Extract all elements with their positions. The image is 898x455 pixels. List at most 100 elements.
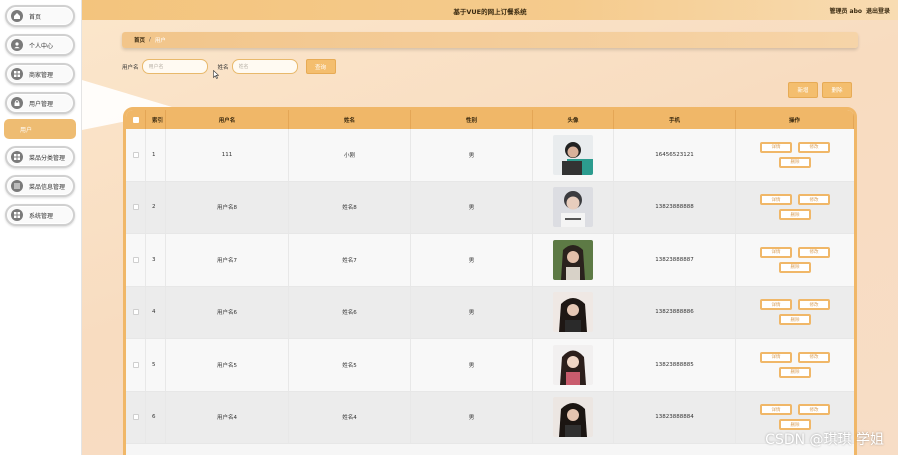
table-row: 5 用户名5 姓名5 男 13823888885 详情 修改 删除 [126, 339, 854, 392]
sidebar-item-profile[interactable]: 个人中心 [5, 34, 75, 56]
header-phone: 手机 [614, 110, 736, 129]
grid-icon [11, 209, 23, 221]
delete-button[interactable]: 删除 [779, 366, 811, 378]
row-checkbox[interactable] [132, 204, 139, 211]
delete-button[interactable]: 删除 [779, 261, 811, 273]
sidebar-item-label: 用户管理 [29, 100, 54, 108]
sidebar-item-dish-category[interactable]: 菜品分类管理 [5, 146, 75, 168]
cell-name: 姓名6 [289, 286, 411, 338]
add-button[interactable]: 新增 [788, 82, 818, 98]
table-row: 4 用户名6 姓名6 男 13823888886 详情 修改 删除 [126, 286, 854, 339]
sidebar-item-home[interactable]: 首页 [5, 5, 75, 27]
cell-avatar [533, 129, 614, 181]
row-select-cell [126, 234, 146, 286]
avatar-image [553, 397, 593, 438]
row-select-cell [126, 339, 146, 391]
table-row: 6 用户名4 姓名4 男 13823888884 详情 修改 删除 [126, 391, 854, 444]
cell-phone: 13823888888 [614, 181, 736, 233]
cell-operations: 详情 修改 删除 [736, 234, 854, 286]
cell-username: 用户名4 [166, 391, 289, 443]
sidebar-item-users[interactable]: 用户管理 [5, 92, 75, 114]
cell-phone: 13823888886 [614, 286, 736, 338]
row-select-cell [126, 129, 146, 181]
cell-phone: 13823888887 [614, 234, 736, 286]
cell-sex: 男 [411, 234, 533, 286]
header-index: 索引 [146, 110, 166, 129]
row-checkbox[interactable] [132, 361, 139, 368]
avatar-image [553, 187, 593, 228]
avatar-image [553, 239, 593, 280]
cell-name: 姓名8 [289, 181, 411, 233]
sidebar-item-merchant[interactable]: 商家管理 [5, 63, 75, 85]
delete-button[interactable]: 删除 [779, 314, 811, 326]
sidebar-subitem-user[interactable]: 用户 [4, 119, 76, 139]
watermark: CSDN @琪琪 学姐 [765, 432, 884, 448]
sidebar-item-label: 个人中心 [29, 42, 54, 50]
row-checkbox[interactable] [132, 414, 139, 421]
table-row: 1 111 小刚 男 16456523121 详情 修改 删除 [126, 129, 854, 182]
cell-index: 1 [146, 129, 166, 181]
edit-button[interactable]: 修改 [798, 299, 830, 311]
breadcrumb-home[interactable]: 首页 [134, 36, 145, 44]
edit-button[interactable]: 修改 [798, 404, 830, 416]
edit-button[interactable]: 修改 [798, 351, 830, 363]
user-icon [11, 39, 23, 51]
delete-button[interactable]: 删除 [779, 156, 811, 168]
edit-button[interactable]: 修改 [798, 194, 830, 206]
detail-button[interactable]: 详情 [760, 194, 792, 206]
detail-button[interactable]: 详情 [760, 299, 792, 311]
cell-operations: 详情 修改 删除 [736, 287, 854, 339]
edit-button[interactable]: 修改 [798, 141, 830, 153]
cell-username: 用户名5 [166, 339, 289, 391]
batch-delete-button[interactable]: 删除 [822, 82, 852, 98]
cell-avatar [533, 391, 614, 443]
detail-button[interactable]: 详情 [760, 246, 792, 258]
cell-index: 3 [146, 234, 166, 286]
home-icon [11, 10, 23, 22]
header-username: 用户名 [166, 110, 289, 129]
header-sex: 性别 [411, 110, 533, 129]
cell-name: 姓名7 [289, 234, 411, 286]
header-avatar: 头像 [533, 110, 614, 129]
breadcrumb-current: 用户 [154, 38, 166, 44]
logout-link[interactable]: 退出登录 [866, 6, 890, 15]
current-user: 管理员 abo [829, 8, 862, 15]
username-search-input[interactable] [141, 59, 208, 74]
cell-sex: 男 [411, 129, 533, 181]
name-search-input[interactable] [231, 59, 298, 74]
grid-icon [11, 68, 23, 80]
cell-avatar [533, 339, 614, 391]
app-title: 基于VUE的网上订餐系统 [453, 8, 527, 16]
row-checkbox[interactable] [132, 309, 139, 316]
delete-button[interactable]: 删除 [779, 209, 811, 221]
sidebar-item-label: 系统管理 [29, 212, 54, 220]
row-checkbox[interactable] [132, 256, 139, 263]
detail-button[interactable]: 详情 [760, 404, 792, 416]
cell-index: 4 [146, 286, 166, 338]
cell-phone: 16456523121 [614, 129, 736, 181]
header-operations: 操作 [736, 110, 854, 129]
select-all-cell [126, 110, 146, 129]
query-button[interactable]: 查询 [305, 59, 336, 74]
sidebar-item-system[interactable]: 系统管理 [5, 204, 75, 226]
detail-button[interactable]: 详情 [760, 141, 792, 153]
user-table: 索引 用户名 姓名 性别 头像 手机 操作 1 111 小刚 男 1645652… [123, 107, 857, 455]
select-all-checkbox[interactable] [132, 116, 139, 123]
cell-name: 小刚 [289, 129, 411, 181]
cell-sex: 男 [411, 286, 533, 338]
sidebar-item-label: 商家管理 [29, 71, 54, 79]
sidebar-item-label: 菜品信息管理 [29, 183, 66, 191]
sidebar-item-label: 首页 [29, 13, 42, 21]
table-header: 索引 用户名 姓名 性别 头像 手机 操作 [126, 110, 854, 129]
cell-username: 用户名6 [166, 286, 289, 338]
edit-button[interactable]: 修改 [798, 246, 830, 258]
avatar-image [553, 344, 593, 385]
row-select-cell [126, 286, 146, 338]
cell-phone: 13823888885 [614, 339, 736, 391]
sidebar-item-dish-info[interactable]: 菜品信息管理 [5, 175, 75, 197]
cell-index: 6 [146, 391, 166, 443]
cell-sex: 男 [411, 181, 533, 233]
detail-button[interactable]: 详情 [760, 351, 792, 363]
row-checkbox[interactable] [132, 151, 139, 158]
name-label: 姓名 [217, 64, 229, 71]
